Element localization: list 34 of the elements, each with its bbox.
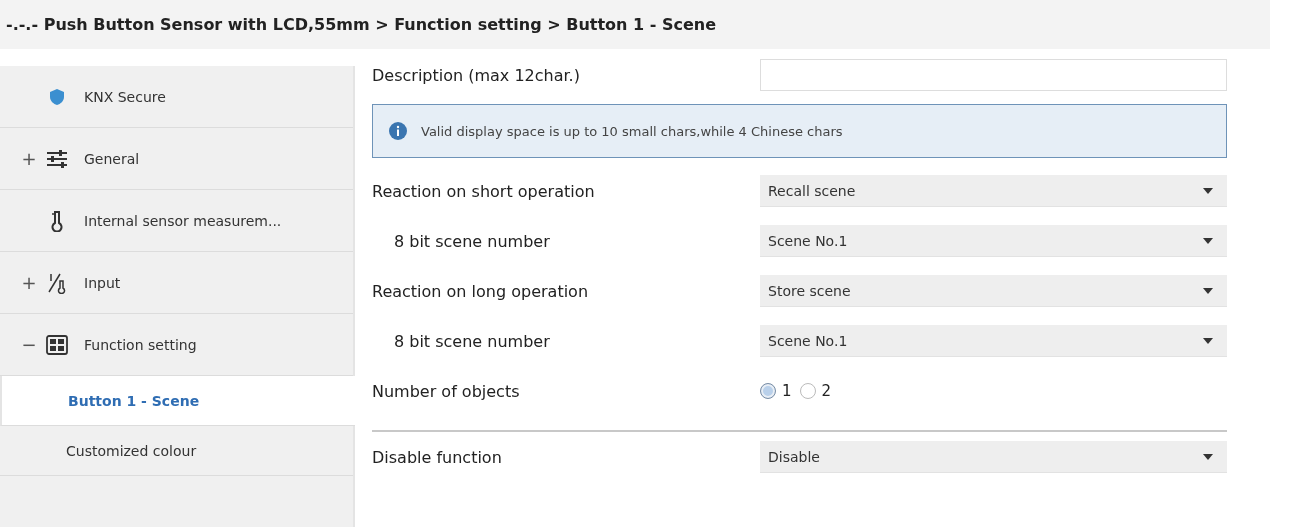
expander-toggle[interactable]: − [16,334,42,355]
breadcrumb-title: -.-.- Push Button Sensor with LCD,55mm > Function setting > Button 1 - Scene [0,0,1270,49]
thermometer-icon [50,209,64,232]
sidebar-item[interactable]: Button 1 - Scene [0,376,355,426]
sliders-icon [46,149,68,168]
parameter-label: Number of objects [372,381,521,401]
dropdown[interactable]: Store scene [760,275,1227,307]
caret-icon [1203,237,1213,244]
grid-icon [46,334,68,355]
expander-toggle[interactable]: + [16,148,42,169]
parameter-label: Disable function [372,447,503,467]
radio-label[interactable]: 1 [782,382,792,400]
parameter-label: Reaction on long operation [372,281,590,301]
caret-icon [1203,187,1213,194]
info-text: Valid display space is up to 10 small chars,while 4 Chinese chars [421,123,843,139]
radio-button[interactable] [799,383,816,399]
parameter-label: Description (max 12char.) [372,65,581,85]
expander-toggle[interactable]: + [16,272,42,293]
radio-button[interactable] [760,383,776,399]
parameter-label: 8 bit scene number [393,331,551,351]
caret-icon [1203,287,1213,294]
radio-label[interactable]: 2 [821,382,832,400]
shield-icon [48,87,66,106]
caret-icon [1203,337,1213,344]
description-field[interactable] [760,59,1227,91]
dropdown[interactable]: Scene No.1 [760,325,1227,357]
dropdown[interactable]: Recall scene [760,175,1227,207]
fraction-thermometer-icon [46,271,68,294]
dropdown[interactable]: Scene No.1 [760,225,1227,257]
info-icon [389,122,407,140]
parameter-label: Reaction on short operation [372,181,596,201]
caret-icon [1203,453,1213,460]
parameter-label: 8 bit scene number [393,231,551,251]
dropdown[interactable]: Disable [760,441,1227,473]
